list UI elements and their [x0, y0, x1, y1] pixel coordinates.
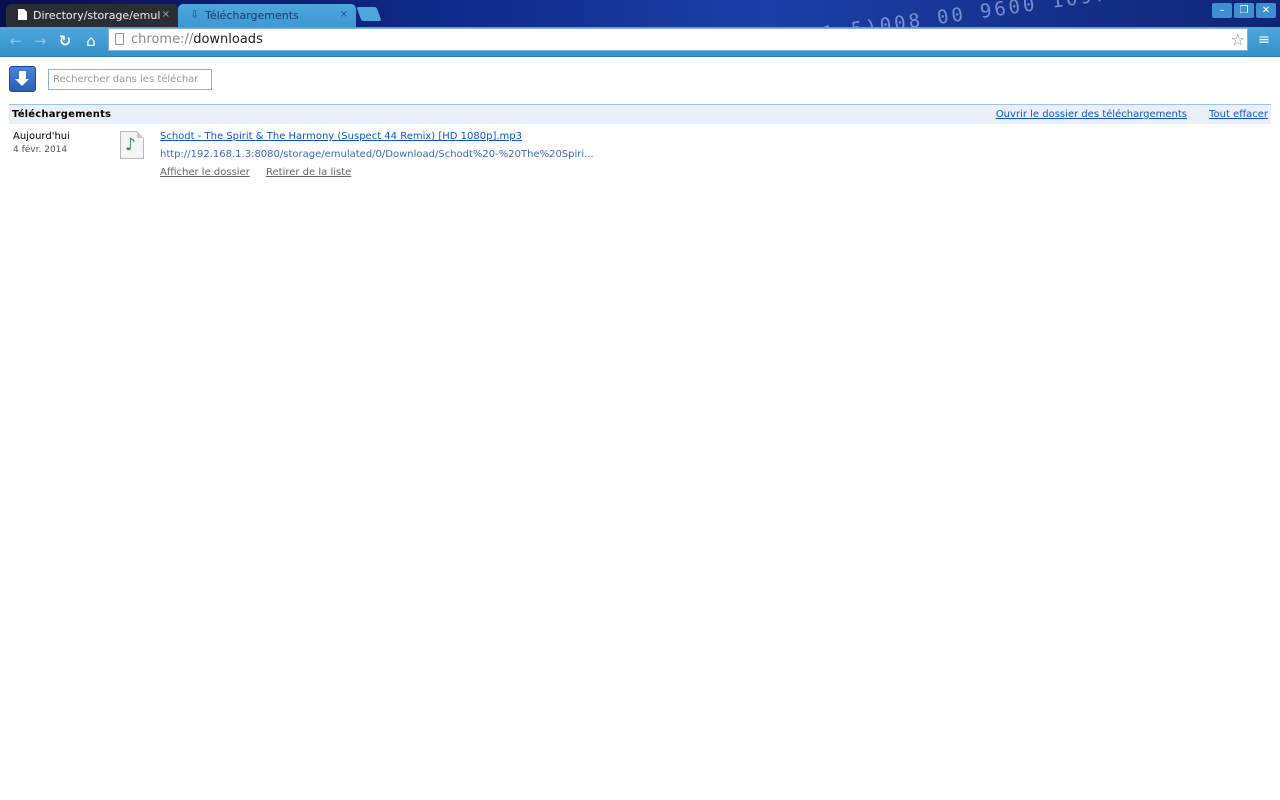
address-url[interactable]: chrome://downloads [131, 32, 263, 47]
reload-button[interactable]: ↻ [54, 30, 76, 52]
clear-all-link[interactable]: Tout effacer [1209, 109, 1268, 120]
music-file-icon: ♪ [120, 131, 144, 159]
page-icon [115, 33, 124, 45]
downloads-header: Téléchargements Ouvrir le dossier des té… [9, 104, 1271, 124]
url-scheme: chrome:// [131, 32, 194, 47]
tab-title: Directory/storage/emul [33, 9, 161, 22]
download-file-name-link[interactable]: Schodt - The Spirit & The Harmony (Suspe… [160, 131, 522, 142]
tab-title: Téléchargements [205, 9, 299, 22]
page-title: Téléchargements [12, 109, 112, 120]
back-button[interactable]: ← [5, 30, 27, 52]
browser-toolbar: ← → ↻ ⌂ chrome://downloads ☆ ≡ [0, 27, 1280, 57]
address-bar[interactable]: chrome://downloads ☆ [108, 28, 1248, 51]
download-day: Aujourd'hui [13, 131, 70, 142]
title-bar: 471 5)008 00 9600 1007.35 90007 471 5)00… [0, 0, 1280, 27]
show-in-folder-link[interactable]: Afficher le dossier [160, 167, 250, 178]
maximize-button[interactable]: ❐ [1234, 3, 1254, 18]
download-icon: ⇩ [190, 8, 200, 21]
minimize-button[interactable]: – [1212, 3, 1232, 18]
forward-button[interactable]: → [29, 30, 51, 52]
download-date-group: Aujourd'hui 4 févr. 2014 [13, 131, 70, 155]
download-source-url[interactable]: http://192.168.1.3:8080/storage/emulated… [160, 149, 594, 160]
menu-button[interactable]: ≡ [1255, 30, 1273, 50]
close-window-button[interactable]: ✕ [1256, 3, 1276, 18]
remove-from-list-link[interactable]: Retirer de la liste [266, 167, 351, 178]
open-downloads-folder-link[interactable]: Ouvrir le dossier des téléchargements [996, 109, 1187, 120]
search-input[interactable] [48, 69, 212, 90]
music-note-icon: ♪ [125, 135, 136, 155]
tab-downloads[interactable]: ⇩ Téléchargements × [178, 4, 356, 27]
bookmark-star-icon[interactable]: ☆ [1231, 30, 1245, 49]
home-button[interactable]: ⌂ [80, 30, 102, 52]
downloads-logo-icon [9, 66, 36, 92]
download-date: 4 févr. 2014 [13, 145, 68, 155]
tab-directory[interactable]: Directory/storage/emul × [6, 4, 178, 27]
url-path: downloads [193, 32, 263, 47]
tab-close-icon[interactable]: × [162, 9, 170, 20]
new-tab-button[interactable] [356, 7, 382, 21]
tab-close-icon[interactable]: × [340, 9, 348, 20]
wallpaper-decoration: 471 5)008 00 9600 1007.35 90007 471 5)00… [335, 0, 1280, 27]
page-icon [18, 9, 27, 20]
